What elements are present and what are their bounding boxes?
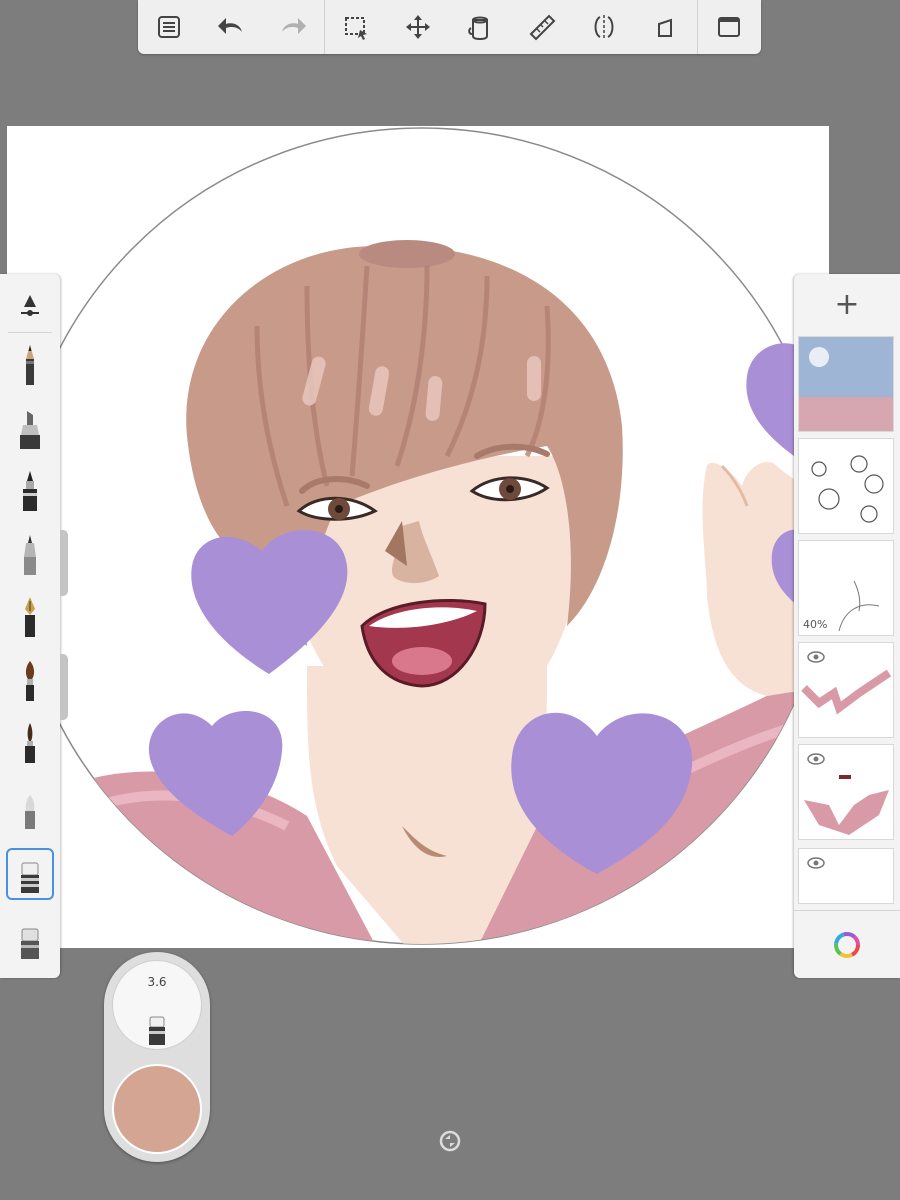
selection-icon[interactable] [325, 0, 387, 54]
airbrush-icon[interactable] [6, 530, 54, 582]
layer-panel: + 40% [794, 274, 900, 978]
palette-scroll-handle[interactable] [60, 654, 68, 720]
layer-thumbnail-3[interactable]: 40% [798, 540, 894, 636]
color-swatch[interactable] [112, 1064, 202, 1154]
layer-opacity-label: 40% [803, 618, 828, 631]
layer-thumbnail-4[interactable] [798, 642, 894, 738]
layer-visibility-eye-icon[interactable] [807, 857, 825, 869]
brush-library-icon[interactable] [6, 280, 54, 332]
eraser-icon [149, 1016, 165, 1045]
brush-size-puck[interactable]: 3.6 [112, 960, 202, 1050]
marker-brush-icon[interactable] [6, 404, 54, 456]
layer-visibility-eye-icon[interactable] [807, 753, 825, 765]
pencil-brush-icon[interactable] [6, 340, 54, 392]
layer-thumbnail-6[interactable] [798, 848, 894, 904]
sync-icon[interactable] [439, 1130, 461, 1152]
palette-scroll-handle[interactable] [60, 530, 68, 596]
fullscreen-icon[interactable] [698, 0, 760, 54]
redo-icon[interactable] [262, 0, 324, 54]
brush-puck[interactable]: 3.6 [104, 952, 210, 1162]
ink-brush-icon[interactable] [6, 718, 54, 770]
transform-icon[interactable] [387, 0, 449, 54]
brush-palette [0, 274, 60, 978]
ruler-icon[interactable] [511, 0, 573, 54]
drawing-canvas[interactable] [7, 126, 829, 948]
hard-eraser-brush-icon[interactable] [6, 914, 54, 966]
layer-thumbnail-5[interactable] [798, 744, 894, 840]
blender-brush-icon[interactable] [6, 784, 54, 836]
lagoon-menu-icon[interactable] [138, 0, 200, 54]
palette-divider [8, 332, 52, 333]
add-layer-icon[interactable]: + [794, 274, 900, 334]
pen-brush-icon[interactable] [6, 466, 54, 518]
layer-visibility-eye-icon[interactable] [807, 651, 825, 663]
top-toolbar [138, 0, 761, 54]
undo-icon[interactable] [200, 0, 262, 54]
fill-bucket-icon[interactable] [449, 0, 511, 54]
color-wheel-button[interactable] [794, 910, 900, 979]
layer-thumbnail-2[interactable] [798, 438, 894, 534]
symmetry-icon[interactable] [573, 0, 635, 54]
fountain-pen-brush-icon[interactable] [6, 592, 54, 644]
color-wheel-icon [834, 932, 860, 958]
brush-size-value: 3.6 [147, 975, 167, 989]
paintbrush-icon[interactable] [6, 656, 54, 708]
eraser-brush-icon[interactable] [6, 848, 54, 900]
perspective-icon[interactable] [635, 0, 697, 54]
artwork [13, 127, 829, 945]
layer-thumbnail-1[interactable] [798, 336, 894, 432]
